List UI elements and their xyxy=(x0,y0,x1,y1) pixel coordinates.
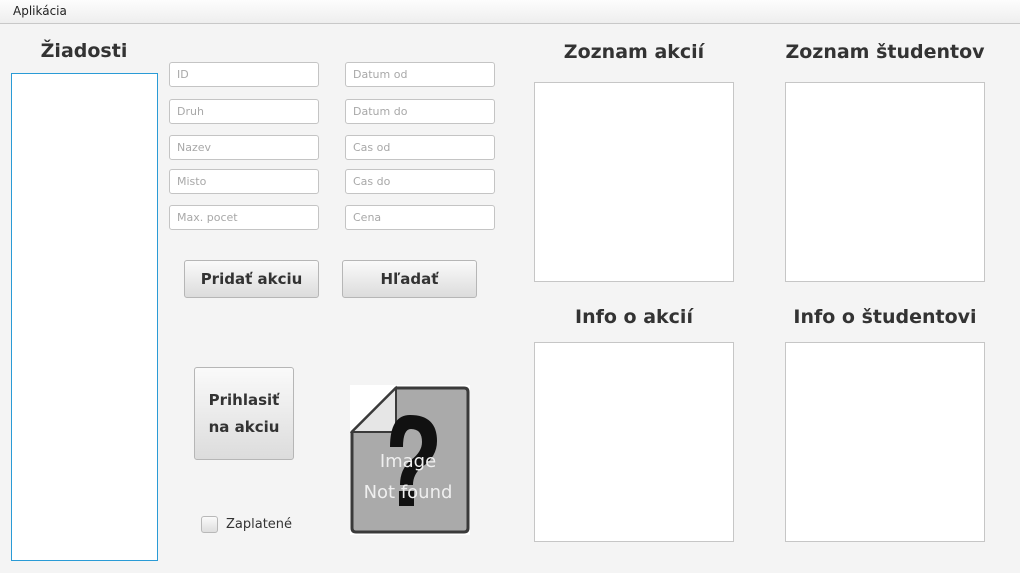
students-list-heading: Zoznam študentov xyxy=(785,41,985,63)
misto-field[interactable] xyxy=(169,169,319,194)
max-pocet-field[interactable] xyxy=(169,205,319,230)
requests-heading: Žiadosti xyxy=(40,40,128,62)
paid-label: Zaplatené xyxy=(226,517,293,532)
paid-checkbox-row[interactable]: Zaplatené xyxy=(201,516,292,533)
requests-list[interactable] xyxy=(11,73,158,561)
paid-checkbox[interactable] xyxy=(201,516,218,533)
datum-do-field[interactable] xyxy=(345,99,495,124)
cena-field[interactable] xyxy=(345,205,495,230)
datum-od-field[interactable] xyxy=(345,62,495,87)
menu-bar: Aplikácia xyxy=(0,0,1020,24)
cas-od-field[interactable] xyxy=(345,135,495,160)
add-event-button[interactable]: Pridať akciu xyxy=(184,260,319,298)
nazev-field[interactable] xyxy=(169,135,319,160)
student-info-panel[interactable] xyxy=(785,342,985,542)
druh-field[interactable] xyxy=(169,99,319,124)
register-button-label-line1: Prihlasiť xyxy=(208,390,280,409)
event-info-heading: Info o akcií xyxy=(575,306,693,328)
search-button[interactable]: Hľadať xyxy=(342,260,477,298)
image-not-found-text-1: Image xyxy=(380,451,436,472)
menu-aplikacia[interactable]: Aplikácia xyxy=(13,4,67,18)
id-field[interactable] xyxy=(169,62,319,87)
students-list[interactable] xyxy=(785,82,985,282)
events-list-heading: Zoznam akcií xyxy=(563,41,705,63)
student-info-heading: Info o študentovi xyxy=(793,306,977,328)
event-info-panel[interactable] xyxy=(534,342,734,542)
image-not-found-icon: Image Not found xyxy=(350,385,470,535)
register-event-button[interactable]: Prihlasiť na akciu xyxy=(194,367,294,460)
cas-do-field[interactable] xyxy=(345,169,495,194)
events-list[interactable] xyxy=(534,82,734,282)
image-not-found-text-2: Not found xyxy=(364,482,453,503)
register-button-label-line2: na akciu xyxy=(208,417,280,436)
